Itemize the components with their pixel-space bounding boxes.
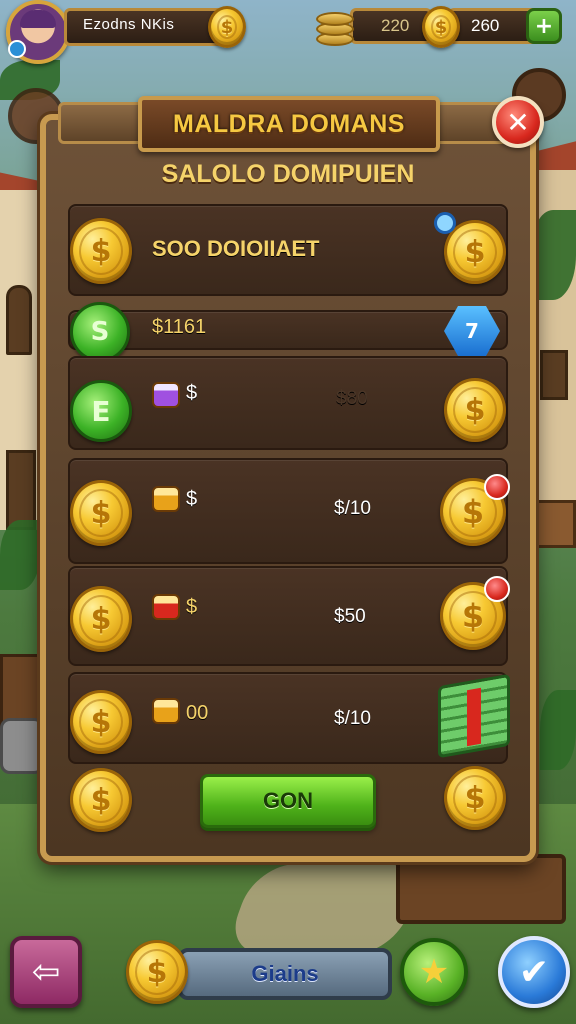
currency-1-value: 220	[381, 16, 410, 35]
green-gem-icon: S	[70, 302, 130, 362]
background-foliage	[540, 690, 576, 770]
currency-2-value: 260	[471, 16, 500, 35]
mini-coin-icon	[152, 594, 180, 620]
background-door	[6, 450, 36, 530]
offer-5-label: $	[186, 596, 198, 618]
magnifier-icon	[434, 212, 456, 234]
offer-6-label: 00	[186, 702, 209, 724]
background-crate	[536, 500, 576, 548]
title-plaque: MALDRA DOMANS	[138, 96, 440, 152]
coin-icon: $	[126, 940, 188, 1004]
background-window	[540, 350, 568, 400]
coin-stack-icon	[316, 4, 356, 48]
offer-4-label: $	[186, 488, 198, 510]
hud-coin-icon: $	[422, 6, 460, 48]
add-currency-button[interactable]: +	[526, 8, 562, 44]
green-gem-icon: E	[70, 380, 132, 442]
coin-icon: $	[70, 690, 132, 754]
background-foliage	[0, 520, 40, 590]
coin-icon: $	[444, 766, 506, 830]
coin-icon: $	[70, 768, 132, 832]
player-name: Ezodns NKis	[83, 16, 175, 33]
background-window	[6, 285, 32, 355]
avatar-badge-icon	[8, 40, 26, 58]
coin-icon: $	[70, 218, 132, 284]
mini-coin-icon	[152, 698, 180, 724]
player-avatar[interactable]	[6, 0, 70, 64]
notification-badge-icon	[484, 576, 510, 602]
offer-3-price: $80	[336, 388, 368, 409]
mini-coin-icon	[152, 382, 180, 408]
background-bench	[396, 854, 566, 924]
offer-2-label: $1161	[152, 316, 207, 338]
coin-icon: $	[70, 480, 132, 546]
hud-coin-icon: $	[208, 6, 246, 48]
coin-icon: $	[70, 586, 132, 652]
panel-title: MALDRA DOMANS	[173, 109, 405, 138]
offer-4-price: $/10	[334, 498, 371, 519]
offer-3-label: $	[186, 382, 198, 404]
notification-badge-icon	[484, 474, 510, 500]
cash-stack-icon	[438, 673, 510, 759]
currency-bar-1: 220	[350, 8, 432, 44]
background-pot	[0, 718, 44, 774]
go-button[interactable]: GON	[200, 774, 376, 828]
close-button[interactable]: ✕	[492, 96, 544, 148]
mini-coin-icon	[152, 486, 180, 512]
gains-label: Giains	[251, 961, 319, 986]
confirm-button[interactable]: ✔	[498, 936, 570, 1008]
star-button[interactable]: ★	[400, 938, 468, 1006]
offer-6-price: $/10	[334, 708, 371, 729]
panel-subtitle: SALOLO DOMIPUIEN	[161, 160, 415, 188]
offer-row-2[interactable]	[68, 310, 508, 350]
avatar-hair	[20, 10, 56, 28]
back-button[interactable]: ⇦	[10, 936, 82, 1008]
gains-bar[interactable]: Giains	[178, 948, 392, 1000]
offer-row-3[interactable]	[68, 356, 508, 450]
coin-icon: $	[444, 378, 506, 442]
offer-1-label: SOO DOIOIIAET	[152, 236, 320, 261]
background-foliage	[530, 210, 576, 300]
offer-5-price: $50	[334, 606, 366, 627]
